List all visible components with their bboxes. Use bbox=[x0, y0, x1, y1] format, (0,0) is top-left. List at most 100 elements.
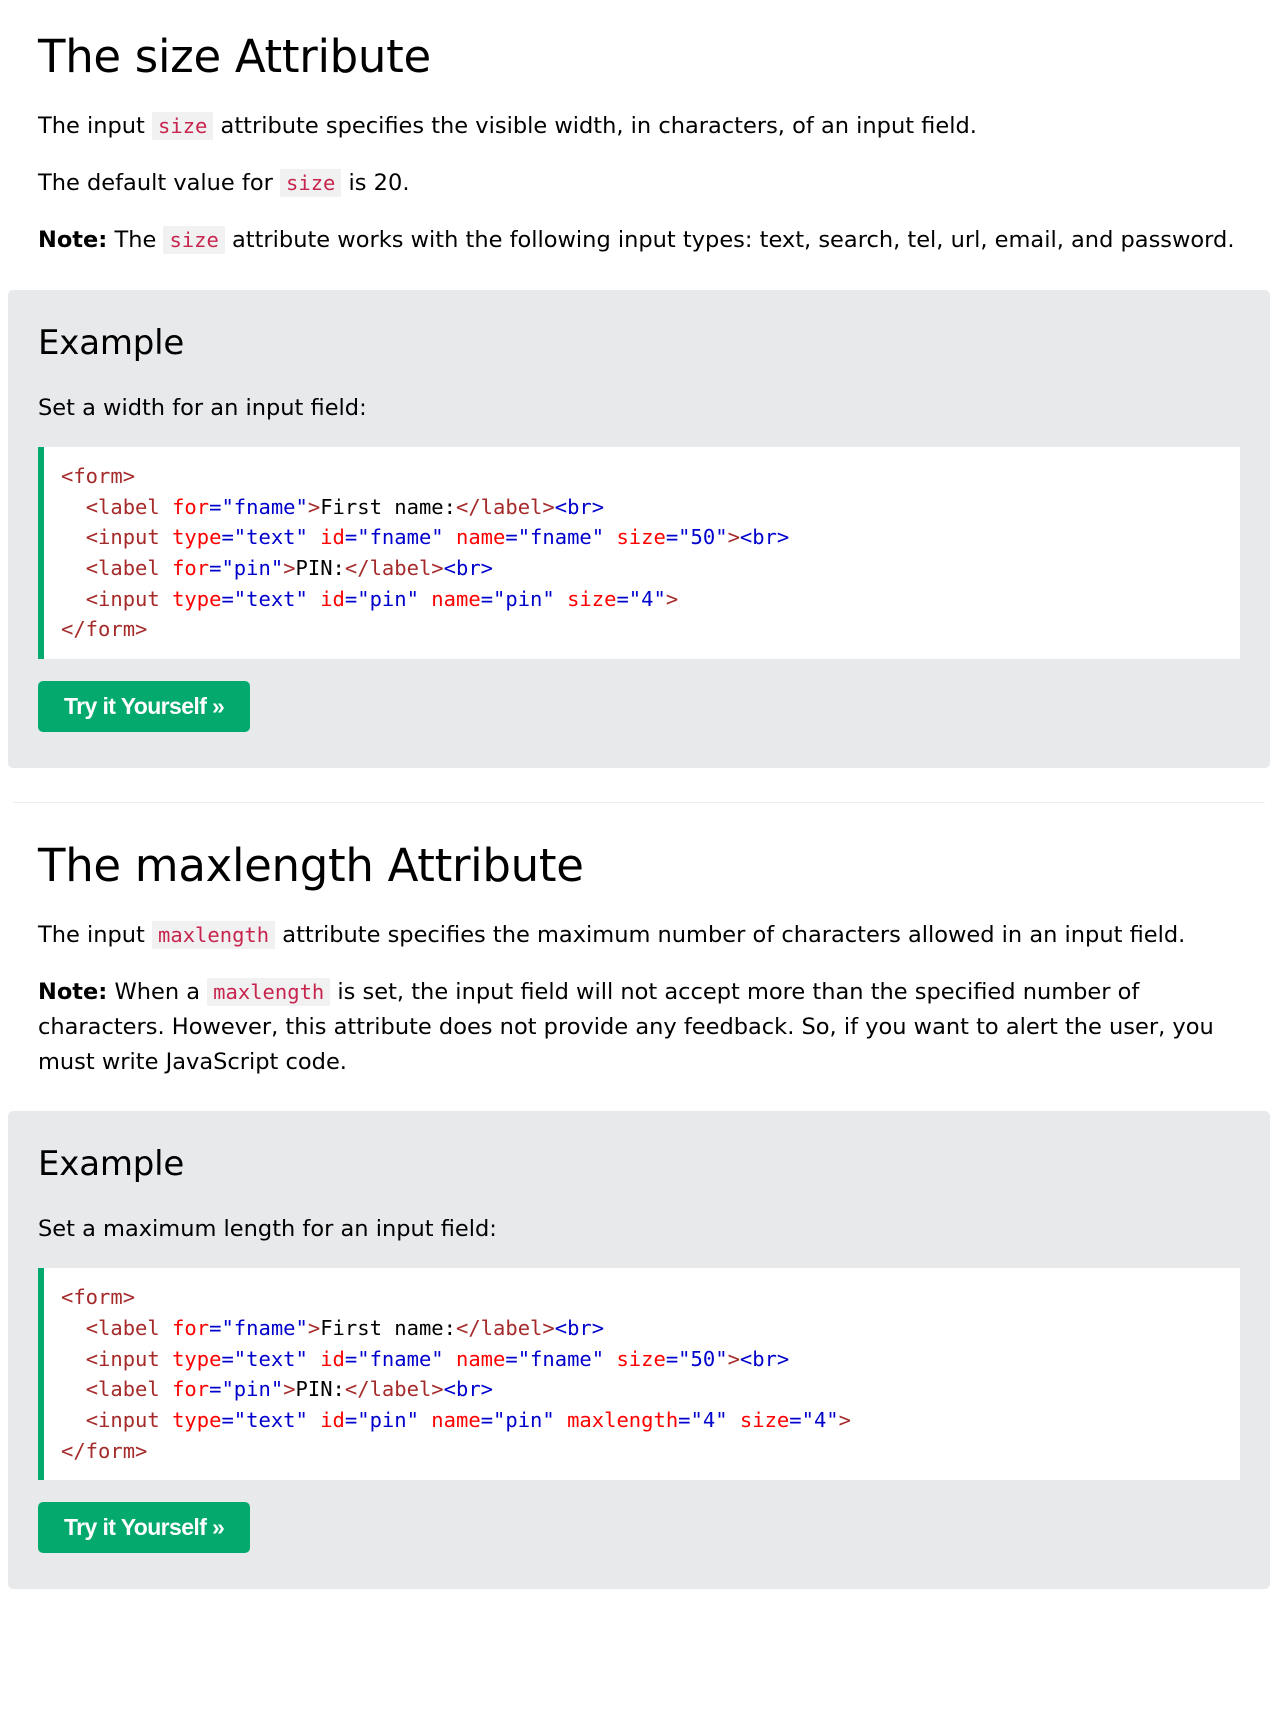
page: The size Attribute The input size attrib… bbox=[0, 0, 1278, 1590]
code-token: <br> bbox=[739, 525, 790, 550]
size-intro-paragraph: The input size attribute specifies the v… bbox=[38, 109, 1240, 144]
code-token: <input bbox=[85, 1346, 160, 1371]
code-token: > bbox=[283, 1377, 296, 1402]
code-token: ="4" bbox=[789, 1407, 839, 1432]
code-token: > bbox=[307, 1315, 321, 1340]
example-heading: Example bbox=[38, 323, 185, 363]
code-token: PIN: bbox=[295, 1377, 345, 1402]
code-line: <input type="text" id="pin" name="pin" s… bbox=[61, 584, 1240, 615]
code-token: ="fname" bbox=[505, 1346, 605, 1371]
code-line: <label for="pin">PIN:</label><br> bbox=[61, 1374, 1240, 1405]
inline-code: maxlength bbox=[152, 921, 276, 950]
note-label: Note: bbox=[38, 227, 108, 253]
try-it-yourself-button[interactable]: Try it Yourself » bbox=[38, 681, 251, 733]
code-token: </form> bbox=[61, 1438, 148, 1463]
size-note-paragraph: Note: The size attribute works with the … bbox=[38, 223, 1240, 258]
code-token: id bbox=[307, 1407, 345, 1432]
code-token: name bbox=[418, 586, 481, 611]
text: The input bbox=[38, 922, 153, 949]
example-heading: Example bbox=[38, 1144, 185, 1185]
code-line: </form> bbox=[61, 614, 1240, 645]
code-token: <br> bbox=[554, 494, 605, 519]
code-token: id bbox=[307, 525, 345, 550]
code-token: <input bbox=[85, 525, 160, 550]
code-token: type bbox=[159, 1407, 222, 1432]
code-line: <input type="text" id="pin" name="pin" m… bbox=[61, 1405, 1240, 1436]
code-token: <label bbox=[85, 1315, 160, 1340]
code-token: id bbox=[307, 1346, 345, 1371]
code-token: ="4" bbox=[678, 1407, 728, 1432]
inline-code: size bbox=[280, 169, 342, 197]
code-token: ="4" bbox=[616, 586, 666, 611]
code-line: <form> bbox=[61, 1282, 1240, 1313]
code-token: > bbox=[838, 1407, 851, 1432]
code-token: <br> bbox=[443, 556, 494, 581]
text: The default value for bbox=[38, 170, 281, 196]
code-token: name bbox=[418, 1407, 481, 1432]
code-token: <br> bbox=[554, 1315, 605, 1340]
text: attribute works with the following input… bbox=[224, 227, 1235, 253]
code-token: PIN: bbox=[295, 556, 345, 581]
code-token: ="text" bbox=[221, 1407, 308, 1432]
note-label: Note: bbox=[38, 979, 108, 1006]
code-token: First name: bbox=[320, 1315, 456, 1340]
code-token: ="text" bbox=[221, 1346, 308, 1371]
maxlength-note-paragraph: Note: When a maxlength is set, the input… bbox=[38, 975, 1240, 1080]
code-token: size bbox=[554, 586, 617, 611]
code-line: <input type="text" id="fname" name="fnam… bbox=[61, 1344, 1240, 1375]
code-token: <br> bbox=[739, 1346, 790, 1371]
code-token: name bbox=[443, 525, 506, 550]
code-token: > bbox=[665, 586, 679, 611]
code-token: ="fname" bbox=[209, 1315, 308, 1340]
code-token: </label> bbox=[455, 494, 555, 519]
code-token: type bbox=[159, 1346, 222, 1371]
example-panel-size: Example Set a width for an input field: … bbox=[8, 290, 1270, 769]
example-description: Set a maximum length for an input field: bbox=[38, 1216, 497, 1243]
code-line: </form> bbox=[61, 1436, 1240, 1467]
code-token: <input bbox=[85, 1407, 160, 1432]
code-token: First name: bbox=[320, 494, 456, 519]
code-token: ="fname" bbox=[344, 1346, 444, 1371]
code-token: type bbox=[159, 586, 222, 611]
code-token: ="pin" bbox=[209, 556, 284, 581]
inline-code: size bbox=[163, 226, 225, 254]
code-token: id bbox=[307, 586, 345, 611]
maxlength-section: The maxlength Attribute The input maxlen… bbox=[0, 837, 1278, 1080]
size-section: The size Attribute The input size attrib… bbox=[0, 0, 1278, 258]
try-it-yourself-button[interactable]: Try it Yourself » bbox=[38, 1502, 251, 1554]
code-token: ="pin" bbox=[344, 1407, 419, 1432]
code-line: <label for="fname">First name:</label><b… bbox=[61, 1313, 1240, 1344]
code-token: ="pin" bbox=[480, 1407, 555, 1432]
code-token: ="fname" bbox=[505, 525, 605, 550]
code-token: ="fname" bbox=[209, 494, 308, 519]
code-token: size bbox=[604, 1346, 666, 1371]
text: attribute specifies the maximum number o… bbox=[275, 922, 1186, 949]
text: attribute specifies the visible width, i… bbox=[213, 113, 977, 139]
code-token: ="50" bbox=[665, 525, 728, 550]
code-token: for bbox=[159, 1377, 210, 1402]
code-token: </label> bbox=[344, 1377, 444, 1402]
code-token: size bbox=[727, 1407, 790, 1432]
code-token: <input bbox=[85, 586, 160, 611]
code-token: type bbox=[159, 525, 222, 550]
text: The bbox=[107, 227, 164, 253]
code-token: <label bbox=[85, 1377, 160, 1402]
code-token: ="pin" bbox=[209, 1377, 284, 1402]
code-token: > bbox=[727, 525, 740, 550]
code-token: name bbox=[443, 1346, 506, 1371]
code-token: <form> bbox=[61, 464, 136, 488]
code-line: <form> bbox=[61, 461, 1240, 492]
section-title: The maxlength Attribute bbox=[38, 839, 584, 893]
maxlength-intro-paragraph: The input maxlength attribute specifies … bbox=[38, 918, 1240, 953]
code-token: ="text" bbox=[221, 586, 308, 611]
page-title: The size Attribute bbox=[38, 30, 431, 83]
text: is 20. bbox=[341, 170, 410, 196]
code-token: </label> bbox=[455, 1315, 555, 1340]
text: The input bbox=[38, 113, 153, 139]
